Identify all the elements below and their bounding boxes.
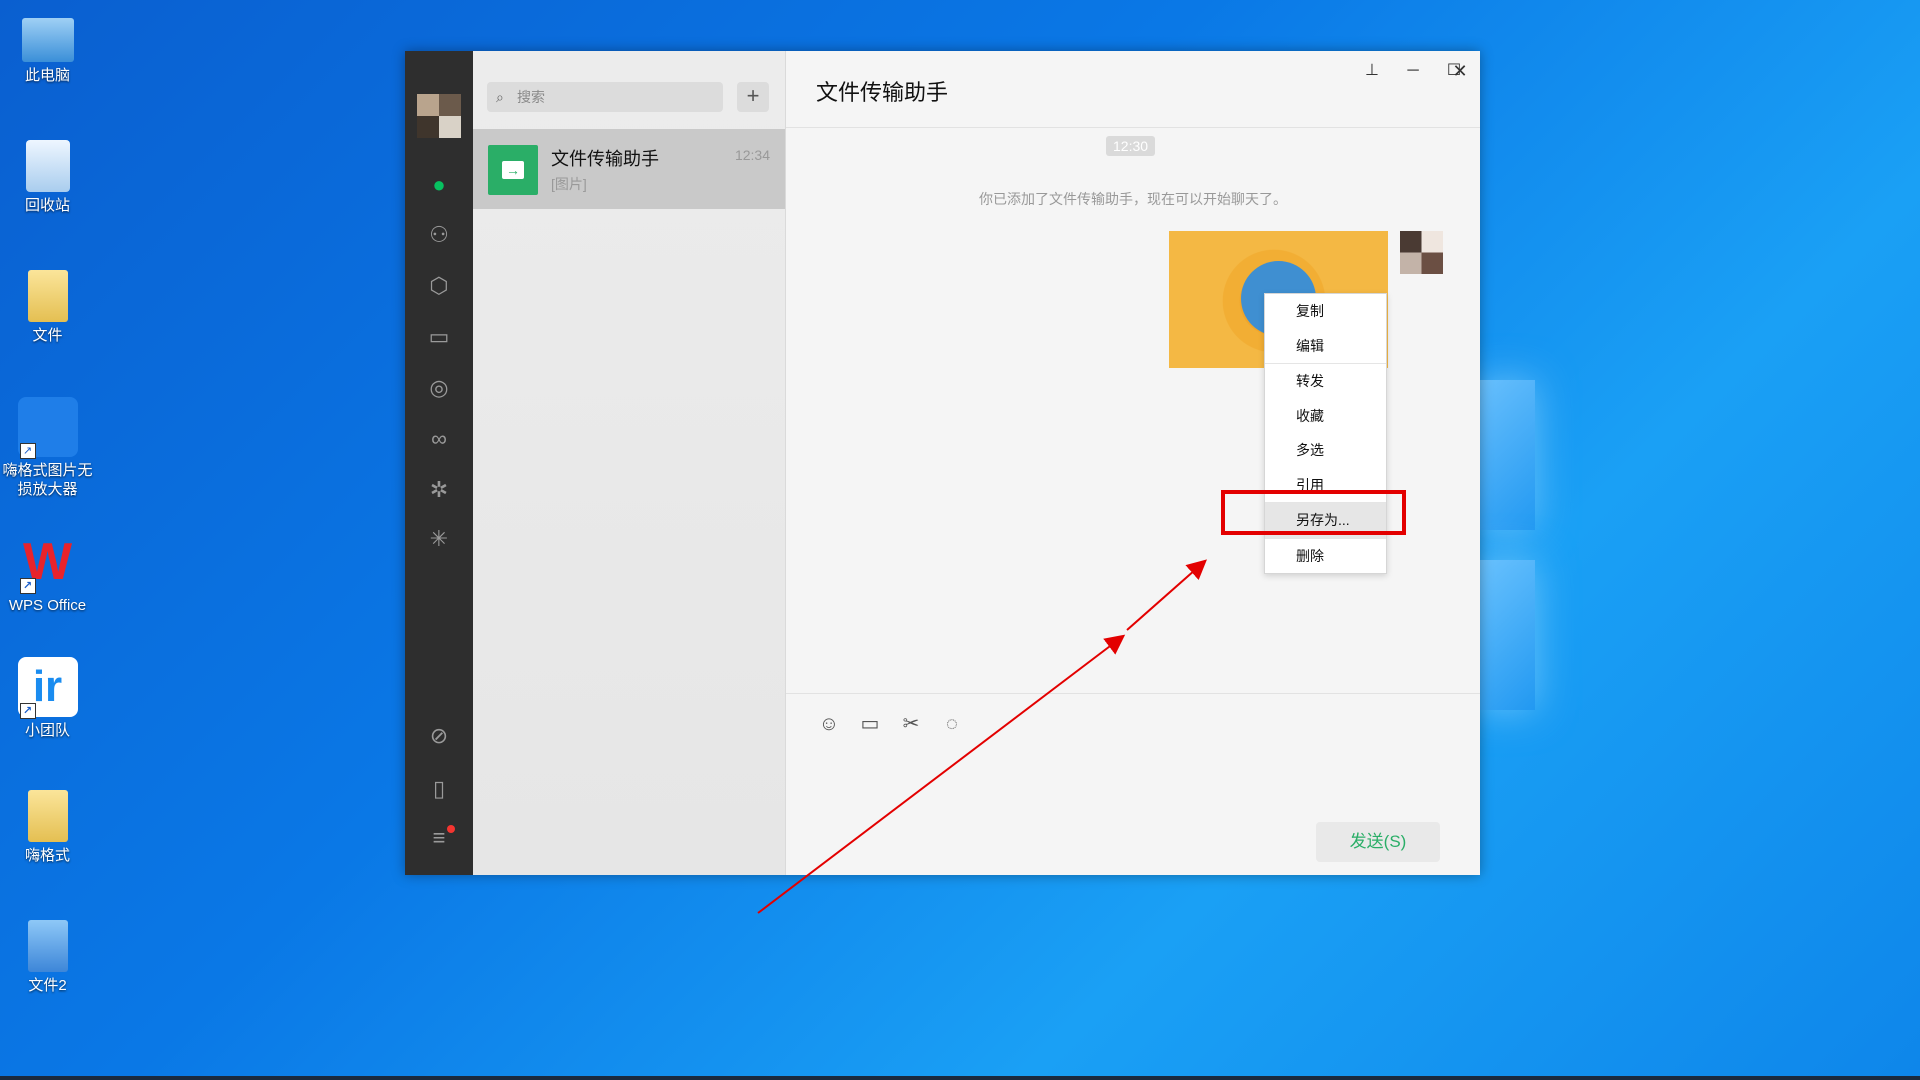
chat-item-name: 文件传输助手: [551, 149, 659, 169]
favorites-icon[interactable]: ⬡: [425, 272, 453, 300]
menu-item-forward[interactable]: 转发: [1265, 364, 1386, 399]
folder-icon: [27, 790, 68, 842]
desktop-icon-label: 小团队: [24, 722, 70, 739]
desktop-icon-wps[interactable]: W ↗ WPS Office: [0, 532, 95, 615]
desktop-icon-recycle-bin[interactable]: 回收站: [0, 140, 95, 215]
search-placeholder: 搜索: [517, 89, 545, 105]
desktop-icon-folder-3[interactable]: 文件2: [0, 920, 95, 995]
file-transfer-icon: →: [502, 161, 524, 179]
shortcut-arrow-icon: ↗: [19, 578, 36, 594]
highlight-box: [1221, 490, 1406, 535]
menu-item-favorite[interactable]: 收藏: [1265, 399, 1386, 434]
mini-program-link-icon[interactable]: ⊘: [425, 722, 453, 750]
recycle-bin-icon: [25, 140, 70, 192]
desktop-icon-team-app[interactable]: ir ↗ 小团队: [0, 657, 95, 740]
chat-item-time: 12:34: [734, 147, 770, 163]
wps-icon: W ↗: [18, 532, 78, 594]
folder-icon: [27, 920, 68, 972]
minimize-icon[interactable]: ─: [1397, 57, 1429, 85]
windows-logo: [1475, 350, 1895, 770]
menu-item-multiselect[interactable]: 多选: [1265, 433, 1386, 468]
file-transfer-avatar: →: [488, 145, 538, 195]
menu-item-copy[interactable]: 复制: [1265, 294, 1386, 329]
desktop-icon-label: 嗨格式: [24, 847, 70, 864]
menu-item-delete[interactable]: 删除: [1265, 539, 1386, 574]
my-avatar[interactable]: [1400, 231, 1443, 274]
chat-list-panel: ⌕ 搜索 + → 文件传输助手 12:34 [图片]: [473, 51, 786, 875]
emoji-icon[interactable]: ☺: [814, 709, 844, 739]
search-input[interactable]: ⌕ 搜索: [487, 82, 723, 112]
desktop-icon-label: 嗨格式图片无损放大器: [2, 462, 93, 498]
desktop-icon-label: 文件2: [28, 977, 67, 994]
input-divider: [786, 693, 1480, 694]
desktop-icon-label: 此电脑: [24, 67, 70, 84]
menu-item-edit[interactable]: 编辑: [1265, 329, 1386, 364]
team-app-icon: ir ↗: [17, 657, 78, 719]
files-folder-icon[interactable]: ▭: [425, 323, 453, 351]
conversation-title: 文件传输助手: [816, 80, 949, 105]
desktop-icon-folder[interactable]: 文件: [0, 270, 95, 345]
time-badge: 12:30: [1106, 136, 1156, 156]
avatar[interactable]: [417, 94, 461, 138]
shortcut-arrow-icon: ↗: [19, 443, 36, 459]
chat-history-icon[interactable]: ◌: [937, 709, 967, 739]
sidebar-nav: ● ⚇ ⬡ ▭ ◎ ∞ ✲ ✳ ⊘ ▯ ≡: [405, 51, 473, 875]
chat-item-preview: [图片]: [551, 176, 587, 192]
desktop-icon-label: 文件: [32, 327, 63, 344]
search-icon: ⌕: [496, 89, 504, 105]
system-message: 你已添加了文件传输助手，现在可以开始聊天了。: [979, 191, 1287, 207]
contacts-icon[interactable]: ⚇: [425, 221, 453, 249]
desktop-icon-this-pc[interactable]: 此电脑: [0, 12, 95, 85]
channels-icon[interactable]: ∞: [425, 425, 453, 453]
title-divider: [786, 127, 1480, 128]
notification-dot: [447, 825, 455, 833]
desktop-icon-owl-app[interactable]: ↗ 嗨格式图片无损放大器: [0, 397, 95, 499]
desktop-icon-folder-2[interactable]: 嗨格式: [0, 790, 95, 865]
chat-icon[interactable]: ●: [425, 171, 453, 199]
send-button[interactable]: 发送(S): [1316, 822, 1440, 862]
mini-programs-icon[interactable]: ✲: [425, 476, 453, 504]
folder-icon[interactable]: ▭: [855, 709, 885, 739]
screenshot-scissors-icon[interactable]: ✂: [896, 709, 926, 739]
owl-app-icon: ↗: [17, 397, 78, 459]
add-button[interactable]: +: [737, 82, 769, 112]
pin-icon[interactable]: ⊥: [1356, 57, 1388, 85]
phone-icon[interactable]: ▯: [425, 775, 453, 803]
chat-list-item[interactable]: → 文件传输助手 12:34 [图片]: [473, 129, 785, 209]
computer-icon: [21, 18, 74, 62]
taskbar-edge: [0, 1076, 1920, 1080]
moments-icon[interactable]: ◎: [425, 374, 453, 402]
folder-icon: [27, 270, 68, 322]
desktop-icon-label: WPS Office: [8, 597, 87, 614]
close-icon[interactable]: ✕: [1444, 57, 1476, 85]
desktop-icon-label: 回收站: [24, 197, 70, 214]
search-discover-icon[interactable]: ✳: [425, 525, 453, 553]
shortcut-arrow-icon: ↗: [19, 703, 36, 719]
